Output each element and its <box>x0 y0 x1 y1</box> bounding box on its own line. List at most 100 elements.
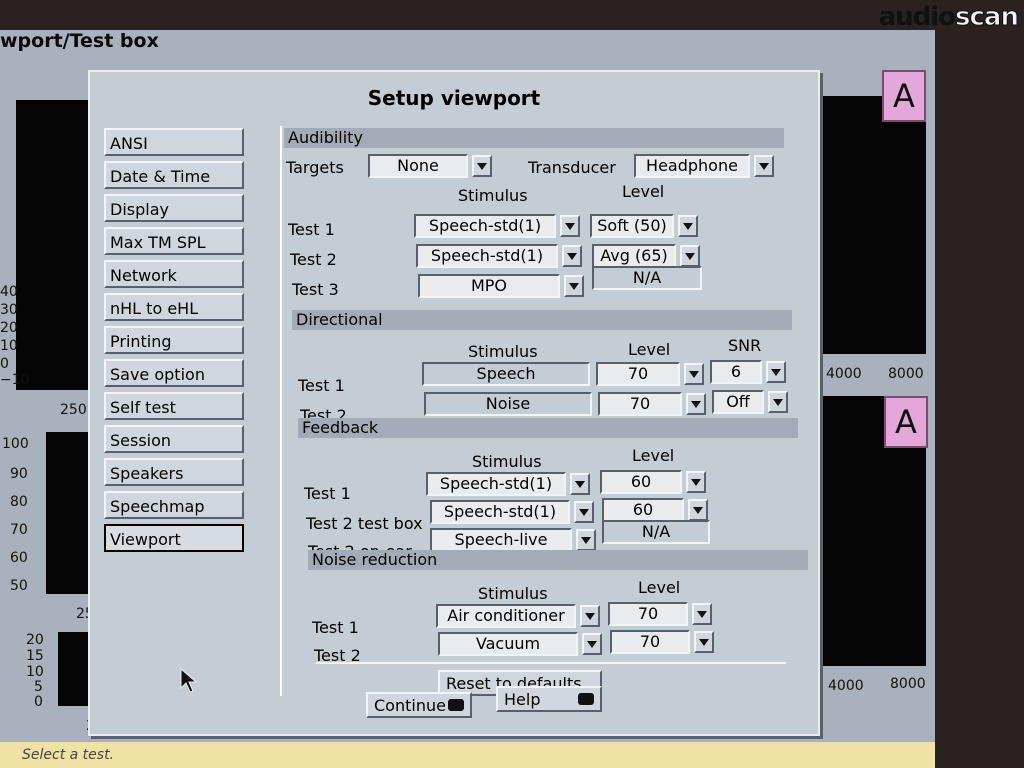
noise-reduction-test1-level[interactable]: 70 <box>608 602 688 626</box>
noise-reduction-test2-stimulus-dropdown[interactable] <box>582 633 602 655</box>
y-tick: 20 <box>26 632 44 648</box>
feedback-level-header: Level <box>632 446 675 465</box>
nav-save-option[interactable]: Save option <box>104 359 244 387</box>
help-label: Help <box>504 690 541 709</box>
dialog-title: Setup viewport <box>367 86 541 110</box>
directional-test2-snr-dropdown[interactable] <box>768 391 788 413</box>
continue-indicator-icon <box>448 699 464 711</box>
channel-a-badge-top[interactable]: A <box>882 70 926 122</box>
feedback-test1-label: Test 1 <box>304 484 351 503</box>
audibility-test3-stimulus[interactable]: MPO <box>418 274 560 298</box>
y-tick: 5 <box>34 679 43 695</box>
directional-test1-stimulus: Speech <box>422 362 590 386</box>
help-indicator-icon <box>578 693 594 705</box>
directional-test2-level-dropdown[interactable] <box>686 393 706 415</box>
channel-a-badge-bottom[interactable]: A <box>884 396 928 448</box>
feedback-test1-level[interactable]: 60 <box>600 470 682 494</box>
noise-reduction-stimulus-header: Stimulus <box>478 584 548 603</box>
top-x-tick: 250 <box>60 402 87 418</box>
feedback-test2-onear-stimulus[interactable]: Speech-live <box>430 528 572 552</box>
noise-reduction-test2-level-dropdown[interactable] <box>694 631 714 653</box>
audibility-test2-label: Test 2 <box>290 250 337 269</box>
continue-label: Continue <box>374 696 446 715</box>
nav-speechmap[interactable]: Speechmap <box>104 491 244 519</box>
audibility-test1-stimulus-dropdown[interactable] <box>560 215 580 237</box>
noise-reduction-test2-stimulus[interactable]: Vacuum <box>438 632 578 656</box>
audibility-section-header: Audibility <box>284 128 784 148</box>
directional-test1-snr[interactable]: 6 <box>710 360 762 384</box>
nav-display[interactable]: Display <box>104 194 244 222</box>
y-tick: 0 <box>34 694 43 710</box>
noise-reduction-test1-level-dropdown[interactable] <box>692 603 712 625</box>
feedback-test1-level-dropdown[interactable] <box>686 471 706 493</box>
y-tick: 40 <box>0 284 18 300</box>
nav-speakers[interactable]: Speakers <box>104 458 244 486</box>
nav-network[interactable]: Network <box>104 260 244 288</box>
top-right-graph <box>820 96 926 354</box>
feedback-test2-onear-level: N/A <box>602 520 710 544</box>
y-tick: 20 <box>0 320 18 336</box>
audioscan-logo: audioscan <box>879 2 1020 33</box>
y-tick: 80 <box>10 494 28 510</box>
noise-reduction-test2-level[interactable]: 70 <box>610 630 690 654</box>
feedback-test2-testbox-label: Test 2 test box <box>306 514 423 533</box>
feedback-test2-testbox-stimulus[interactable]: Speech-std(1) <box>430 500 570 524</box>
noise-reduction-test1-label: Test 1 <box>312 618 359 637</box>
feedback-test2-testbox-level-dropdown[interactable] <box>688 499 708 521</box>
feedback-test2-testbox-stimulus-dropdown[interactable] <box>574 501 594 523</box>
nav-max-tm-spl[interactable]: Max TM SPL <box>104 227 244 255</box>
nav-viewport[interactable]: Viewport <box>104 524 244 552</box>
y-tick: 90 <box>10 466 28 482</box>
setup-viewport-dialog: Setup viewport ANSI Date & Time Display … <box>88 70 820 736</box>
nav-printing[interactable]: Printing <box>104 326 244 354</box>
continue-button[interactable]: Continue <box>366 692 472 718</box>
bottom-right-x-tick: 4000 <box>828 678 864 694</box>
transducer-select[interactable]: Headphone <box>634 154 750 178</box>
nav-self-test[interactable]: Self test <box>104 392 244 420</box>
audibility-test3-stimulus-dropdown[interactable] <box>564 275 584 297</box>
help-button[interactable]: Help <box>496 686 602 712</box>
audibility-test2-stimulus-dropdown[interactable] <box>562 245 582 267</box>
transducer-dropdown-button[interactable] <box>754 155 774 177</box>
directional-test1-level[interactable]: 70 <box>596 362 680 386</box>
audibility-test2-level[interactable]: Avg (65) <box>592 244 676 268</box>
audibility-level-header: Level <box>622 182 665 201</box>
nav-date-time[interactable]: Date & Time <box>104 161 244 189</box>
directional-level-header: Level <box>628 340 671 359</box>
feedback-test2-onear-stimulus-dropdown[interactable] <box>576 529 596 551</box>
status-bar: Select a test. <box>0 742 935 768</box>
audibility-test1-stimulus[interactable]: Speech-std(1) <box>414 214 556 238</box>
directional-stimulus-header: Stimulus <box>468 342 538 361</box>
noise-reduction-test1-stimulus[interactable]: Air conditioner <box>436 604 576 628</box>
audibility-test2-stimulus[interactable]: Speech-std(1) <box>416 244 558 268</box>
y-tick: 15 <box>26 648 44 664</box>
directional-test2-snr[interactable]: Off <box>712 390 764 414</box>
directional-snr-header: SNR <box>728 336 762 355</box>
nav-nhl-to-ehl[interactable]: nHL to eHL <box>104 293 244 321</box>
targets-dropdown-button[interactable] <box>472 155 492 177</box>
panel-divider <box>316 662 786 664</box>
feedback-stimulus-header: Stimulus <box>472 452 542 471</box>
feedback-test2-testbox-level[interactable]: 60 <box>602 498 684 522</box>
feedback-test1-stimulus-dropdown[interactable] <box>570 473 590 495</box>
feedback-test1-stimulus[interactable]: Speech-std(1) <box>426 472 566 496</box>
directional-test1-snr-dropdown[interactable] <box>766 361 786 383</box>
y-tick: 60 <box>10 550 28 566</box>
directional-test1-level-dropdown[interactable] <box>684 363 704 385</box>
window-title: wport/Test box <box>0 30 159 52</box>
transducer-label: Transducer <box>528 158 616 177</box>
directional-test2-level[interactable]: 70 <box>598 392 682 416</box>
audibility-test2-level-dropdown[interactable] <box>680 245 700 267</box>
nav-session[interactable]: Session <box>104 425 244 453</box>
nav-ansi[interactable]: ANSI <box>104 128 244 156</box>
y-tick: 10 <box>0 338 18 354</box>
targets-select[interactable]: None <box>368 154 468 178</box>
audibility-stimulus-header: Stimulus <box>458 186 528 205</box>
audibility-test1-level-dropdown[interactable] <box>678 215 698 237</box>
targets-label: Targets <box>286 158 344 177</box>
noise-reduction-test1-stimulus-dropdown[interactable] <box>580 605 600 627</box>
audibility-test1-level[interactable]: Soft (50) <box>590 214 674 238</box>
y-tick: 70 <box>10 522 28 538</box>
directional-test1-label: Test 1 <box>298 376 345 395</box>
y-tick: −10 <box>0 372 30 388</box>
